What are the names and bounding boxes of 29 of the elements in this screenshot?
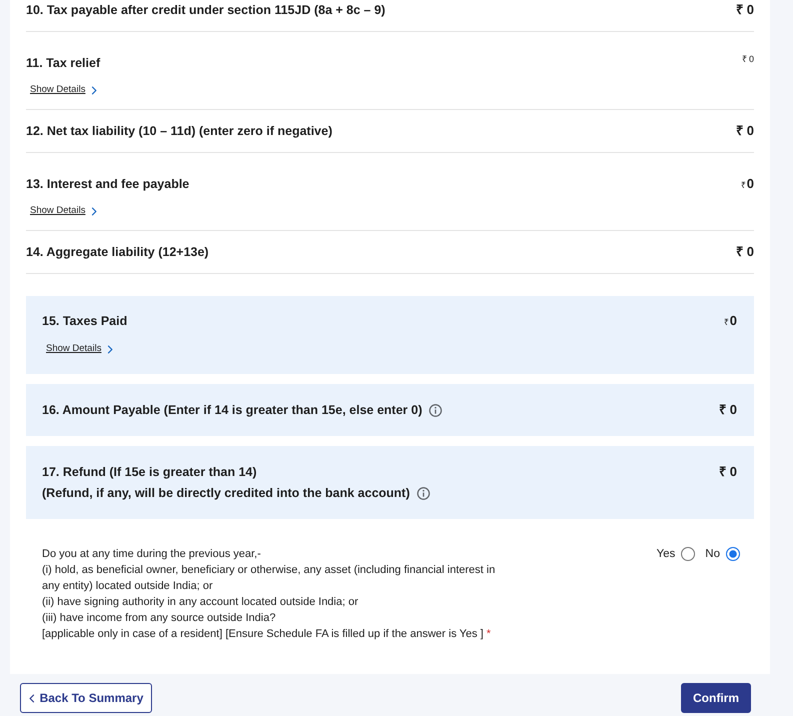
confirm-button[interactable]: Confirm <box>681 683 751 713</box>
back-button[interactable]: Back To Summary <box>20 683 152 713</box>
row-title: 17. Refund (If 15e is greater than 14) <box>42 464 257 481</box>
show-details-link[interactable]: Show Details <box>30 204 98 218</box>
amount-value: ₹ 0 <box>736 1 754 19</box>
row-title: 15. Taxes Paid <box>42 313 128 330</box>
chevron-icon <box>107 344 114 354</box>
row-title: 12. Net tax liability (10 – 11d) (enter zero if negative) <box>26 123 332 140</box>
show-details-link[interactable]: Show Details <box>30 83 98 97</box>
radio-option[interactable]: Yes <box>656 546 696 562</box>
amount-value: ₹ 0 <box>742 53 754 66</box>
radio-option[interactable]: No <box>705 546 740 562</box>
question-text: Do you at any time during the previous year,- (i) hold, as beneficial owner, beneficiary or otherwise, any asset (including financial interest in any entity) located outside India; or (ii) have signing authority in any account located outside India; or (iii) have income from any source outside India? [applicable only in case of a resident] [Ensure Schedule FA is filled up if the answer is Yes ] * <box>42 547 496 642</box>
row-title: 11. Tax relief <box>26 55 100 72</box>
amount-value: ₹0 <box>740 175 754 193</box>
row-title: 16. Amount Payable (Enter if 14 is greater than 15e, else enter 0) <box>42 402 422 419</box>
amount-value: ₹ 0 <box>736 122 754 140</box>
row-title: 10. Tax payable after credit under section 115JD (8a + 8c – 9) <box>26 2 386 19</box>
row-title: 13. Interest and fee payable <box>26 176 190 193</box>
row-title: 14. Aggregate liability (12+13e) <box>26 244 209 261</box>
row-note: (Refund, if any, will be directly credited into the bank account) <box>42 485 410 502</box>
show-details-link[interactable]: Show Details <box>46 342 114 356</box>
chevron-icon <box>91 86 98 94</box>
amount-value: ₹0 <box>724 312 737 330</box>
amount-value: ₹ 0 <box>718 401 737 419</box>
chevron-icon <box>91 206 98 216</box>
amount-value: ₹ 0 <box>718 463 737 481</box>
chevron-icon <box>28 694 35 702</box>
amount-value: ₹ 0 <box>736 243 754 261</box>
